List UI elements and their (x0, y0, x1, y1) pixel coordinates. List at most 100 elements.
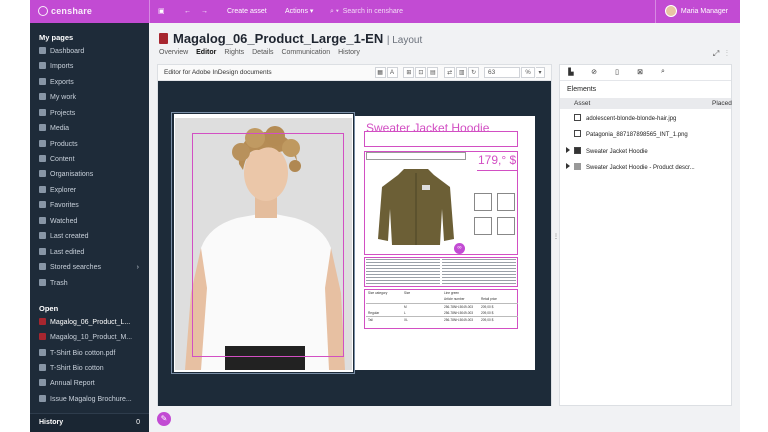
sidebar-item-organisations[interactable]: Organisations (39, 168, 145, 182)
frame-icon[interactable]: ⊡ (415, 67, 427, 78)
sidebar-item-stored-searches[interactable]: Stored searches › (39, 261, 145, 275)
sidebar-item-my-work[interactable]: My work (39, 91, 145, 105)
image-placeholder-icon[interactable]: ⊠ (635, 68, 645, 78)
description-text (442, 259, 516, 285)
table-cell: 209,00 $ (481, 311, 494, 315)
sidebar-item-explorer[interactable]: Explorer (39, 184, 145, 198)
list-item[interactable]: Sweater Jacket Hoodie (560, 144, 731, 160)
fit-icon[interactable]: ⊞ (403, 67, 415, 78)
dashboard-icon (39, 47, 46, 54)
indesign-file-icon (39, 333, 46, 340)
sidebar-item-imports[interactable]: Imports (39, 60, 145, 74)
issue-icon (39, 395, 46, 402)
sidebar-item-content[interactable]: Content (39, 153, 145, 167)
sidebar-item-last-created[interactable]: Last created (39, 230, 145, 244)
tab-editor[interactable]: Editor (196, 49, 216, 56)
column-header-placed: Placed (712, 100, 732, 107)
sidebar-item-last-edited[interactable]: Last edited (39, 246, 145, 260)
open-item[interactable]: Issue Magalog Brochure... (39, 393, 145, 407)
organisation-icon (39, 170, 46, 177)
layout-canvas[interactable]: Sweater Jacket Hoodie 179,° $ ∞ Size cat… (158, 81, 551, 406)
calendar-icon (39, 248, 46, 255)
history-count: 0 (136, 419, 140, 426)
open-item-label: T-Shirt Bio cotton (50, 365, 104, 372)
document-icon[interactable]: ▥ (456, 67, 468, 78)
export-icon (39, 78, 46, 85)
open-item[interactable]: Magalog_06_Product_L... (39, 316, 145, 330)
column-header-asset: Asset (574, 100, 591, 107)
text-icon (574, 163, 581, 170)
text-icon[interactable]: A (386, 67, 398, 78)
table-header: Line green (444, 291, 460, 295)
table-cell: XL (404, 318, 408, 322)
description-text (366, 259, 440, 285)
table-cell: L (404, 311, 406, 315)
expand-triangle-icon[interactable] (566, 147, 570, 153)
tab-details[interactable]: Details (252, 49, 273, 56)
create-asset-button[interactable]: Create asset (227, 0, 267, 23)
expand-triangle-icon[interactable] (566, 163, 570, 169)
sidebar-item-favorites[interactable]: Favorites (39, 199, 145, 213)
expand-icon[interactable]: ⤢ (713, 49, 719, 58)
document-icon (39, 379, 46, 386)
image-frame[interactable] (192, 133, 344, 357)
user-menu[interactable]: Maria Manager (664, 0, 728, 23)
structure-icon[interactable]: ▙ (566, 68, 576, 78)
sidebar-item-label: Favorites (50, 202, 79, 209)
elements-panel: ▙ ⊘ ▯ ⊠ ⌕ Elements Asset Placed adolesce… (559, 64, 732, 406)
forward-arrow-icon[interactable]: → (201, 0, 208, 23)
link-icon[interactable]: ⊘ (589, 68, 599, 78)
sidebar-item-trash[interactable]: Trash (39, 277, 145, 291)
zoom-input[interactable]: 63 (484, 67, 520, 78)
search-input[interactable]: ⌕ ▾ Search in censhare (330, 0, 650, 23)
history-label: History (39, 419, 64, 426)
thumbnail-box[interactable] (474, 193, 492, 211)
sidebar-toggle-icon[interactable]: ▣ (158, 0, 165, 23)
sidebar-item-label: My work (50, 94, 77, 101)
open-item[interactable]: Annual Report (39, 377, 145, 391)
sidebar-item-label: Dashboard (50, 48, 85, 55)
link-icon[interactable]: ∞ (454, 243, 465, 254)
open-item[interactable]: T-Shirt Bio cotton.pdf (39, 347, 145, 361)
logo[interactable]: censhare (38, 6, 92, 16)
search-icon[interactable]: ⌕ (658, 68, 668, 78)
grid-icon[interactable]: ▦ (374, 67, 386, 78)
more-options-icon[interactable]: ⋮ (726, 49, 728, 58)
actions-menu-button[interactable]: Actions ▾ (285, 0, 313, 23)
sidebar-item-label: Explorer (50, 187, 77, 194)
sidebar-item-dashboard[interactable]: Dashboard (39, 45, 145, 59)
transform-icon[interactable]: ⇄ (444, 67, 456, 78)
divider (655, 0, 656, 23)
sidebar-item-products[interactable]: Products (39, 138, 145, 152)
history-section[interactable]: History 0 (30, 413, 149, 432)
tab-communication[interactable]: Communication (281, 49, 330, 56)
sidebar-item-projects[interactable]: Projects (39, 107, 145, 121)
sidebar-item-watched[interactable]: Watched (39, 215, 145, 229)
open-item[interactable]: Magalog_10_Product_M... (39, 331, 145, 345)
image-icon (39, 124, 46, 131)
list-item[interactable]: adolescent-blonde-blonde-hair.jpg (560, 111, 731, 127)
open-item[interactable]: T-Shirt Bio cotton (39, 362, 145, 376)
list-item[interactable]: Patagonia_887187898565_INT_1.png (560, 127, 731, 143)
thumbnail-box[interactable] (497, 217, 515, 235)
sidebar-item-media[interactable]: Media (39, 122, 145, 136)
image-icon (574, 130, 581, 137)
back-arrow-icon[interactable]: ← (184, 0, 191, 23)
tab-overview[interactable]: Overview (159, 49, 188, 56)
tab-rights[interactable]: Rights (224, 49, 244, 56)
list-item-label: Sweater Jacket Hoodie - Product descr... (586, 165, 695, 171)
sidebar-item-exports[interactable]: Exports (39, 76, 145, 90)
refresh-icon[interactable]: ↻ (468, 67, 480, 78)
pencil-icon: ✎ (160, 414, 168, 423)
list-item[interactable]: Sweater Jacket Hoodie - Product descr... (560, 160, 731, 176)
avatar (664, 5, 677, 18)
thumbnail-box[interactable] (497, 193, 515, 211)
edit-button[interactable]: ✎ (157, 412, 171, 426)
chevron-down-icon[interactable]: ▾ (536, 67, 545, 78)
indesign-editor: Editor for Adobe InDesign documents ▦ A ⊞… (157, 64, 552, 406)
clipboard-icon[interactable]: ▯ (612, 68, 622, 78)
layers-icon[interactable]: ▤ (427, 67, 439, 78)
zoom-unit-select[interactable]: % (521, 67, 535, 78)
tab-history[interactable]: History (338, 49, 360, 56)
thumbnail-box[interactable] (474, 217, 492, 235)
